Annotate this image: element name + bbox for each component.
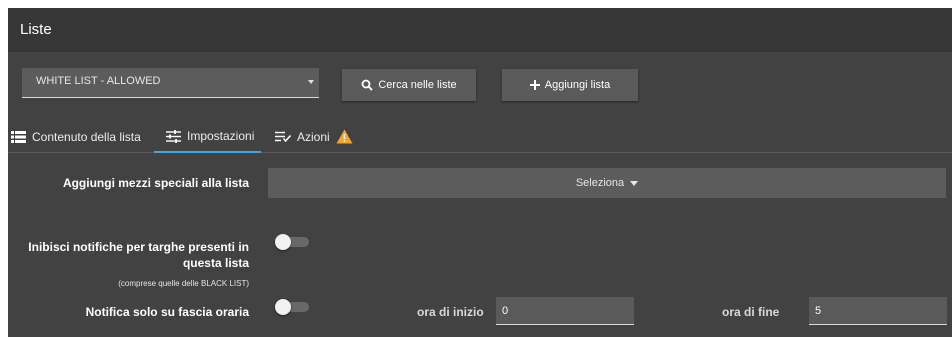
warning-icon (336, 129, 353, 144)
inhibit-notifications-label-line1: Inibisci notifiche per targhe presenti i… (28, 240, 249, 254)
time-notify-toggle[interactable] (275, 299, 310, 315)
tab-settings-label: Impostazioni (187, 129, 255, 143)
playlist-check-icon (275, 131, 291, 142)
tab-actions-label: Azioni (297, 129, 330, 144)
inhibit-notifications-note: (comprese quelle delle BLACK LIST) (118, 279, 249, 288)
start-time-input[interactable] (496, 297, 634, 325)
add-list-button[interactable]: Aggiungi lista (502, 69, 638, 101)
search-lists-label: Cerca nelle liste (378, 79, 457, 91)
time-notify-label: Notifica solo su fascia oraria (85, 305, 249, 319)
tab-list-content-label: Contenuto della lista (32, 129, 141, 144)
inhibit-notifications-toggle[interactable] (275, 234, 310, 250)
inhibit-notifications-label-line2: questa lista (182, 256, 249, 270)
search-lists-button[interactable]: Cerca nelle liste (342, 69, 476, 101)
tab-bar: Contenuto della lista Impostazioni Azion… (8, 121, 952, 153)
special-vehicles-label: Aggiungi mezzi speciali alla lista (62, 176, 249, 190)
add-list-label: Aggiungi lista (544, 79, 611, 91)
search-icon (361, 79, 374, 91)
page-title: Liste (20, 21, 52, 38)
start-time-label: ora di inizio (417, 305, 484, 319)
list-select[interactable]: WHITE LIST - ALLOWED (22, 68, 319, 98)
lists-panel: Liste WHITE LIST - ALLOWED Cerca nelle l… (8, 8, 952, 337)
tab-settings[interactable]: Impostazioni (154, 121, 261, 153)
tab-actions[interactable]: Azioni (275, 121, 353, 152)
tune-icon (166, 129, 181, 143)
title-bar: Liste (8, 8, 952, 52)
caret-down-icon (630, 180, 639, 186)
select-special-vehicles-button[interactable]: Seleziona (268, 168, 946, 198)
plus-icon (529, 80, 540, 90)
end-time-label: ora di fine (722, 305, 780, 319)
toggle-knob (275, 299, 291, 315)
tab-list-content[interactable]: Contenuto della lista (11, 121, 141, 152)
list-select-value: WHITE LIST - ALLOWED (36, 75, 161, 87)
chevron-down-icon (308, 80, 314, 84)
toggle-knob (275, 234, 291, 250)
list-icon (11, 130, 26, 143)
end-time-input[interactable] (809, 297, 947, 325)
select-special-vehicles-label: Seleziona (575, 177, 625, 189)
